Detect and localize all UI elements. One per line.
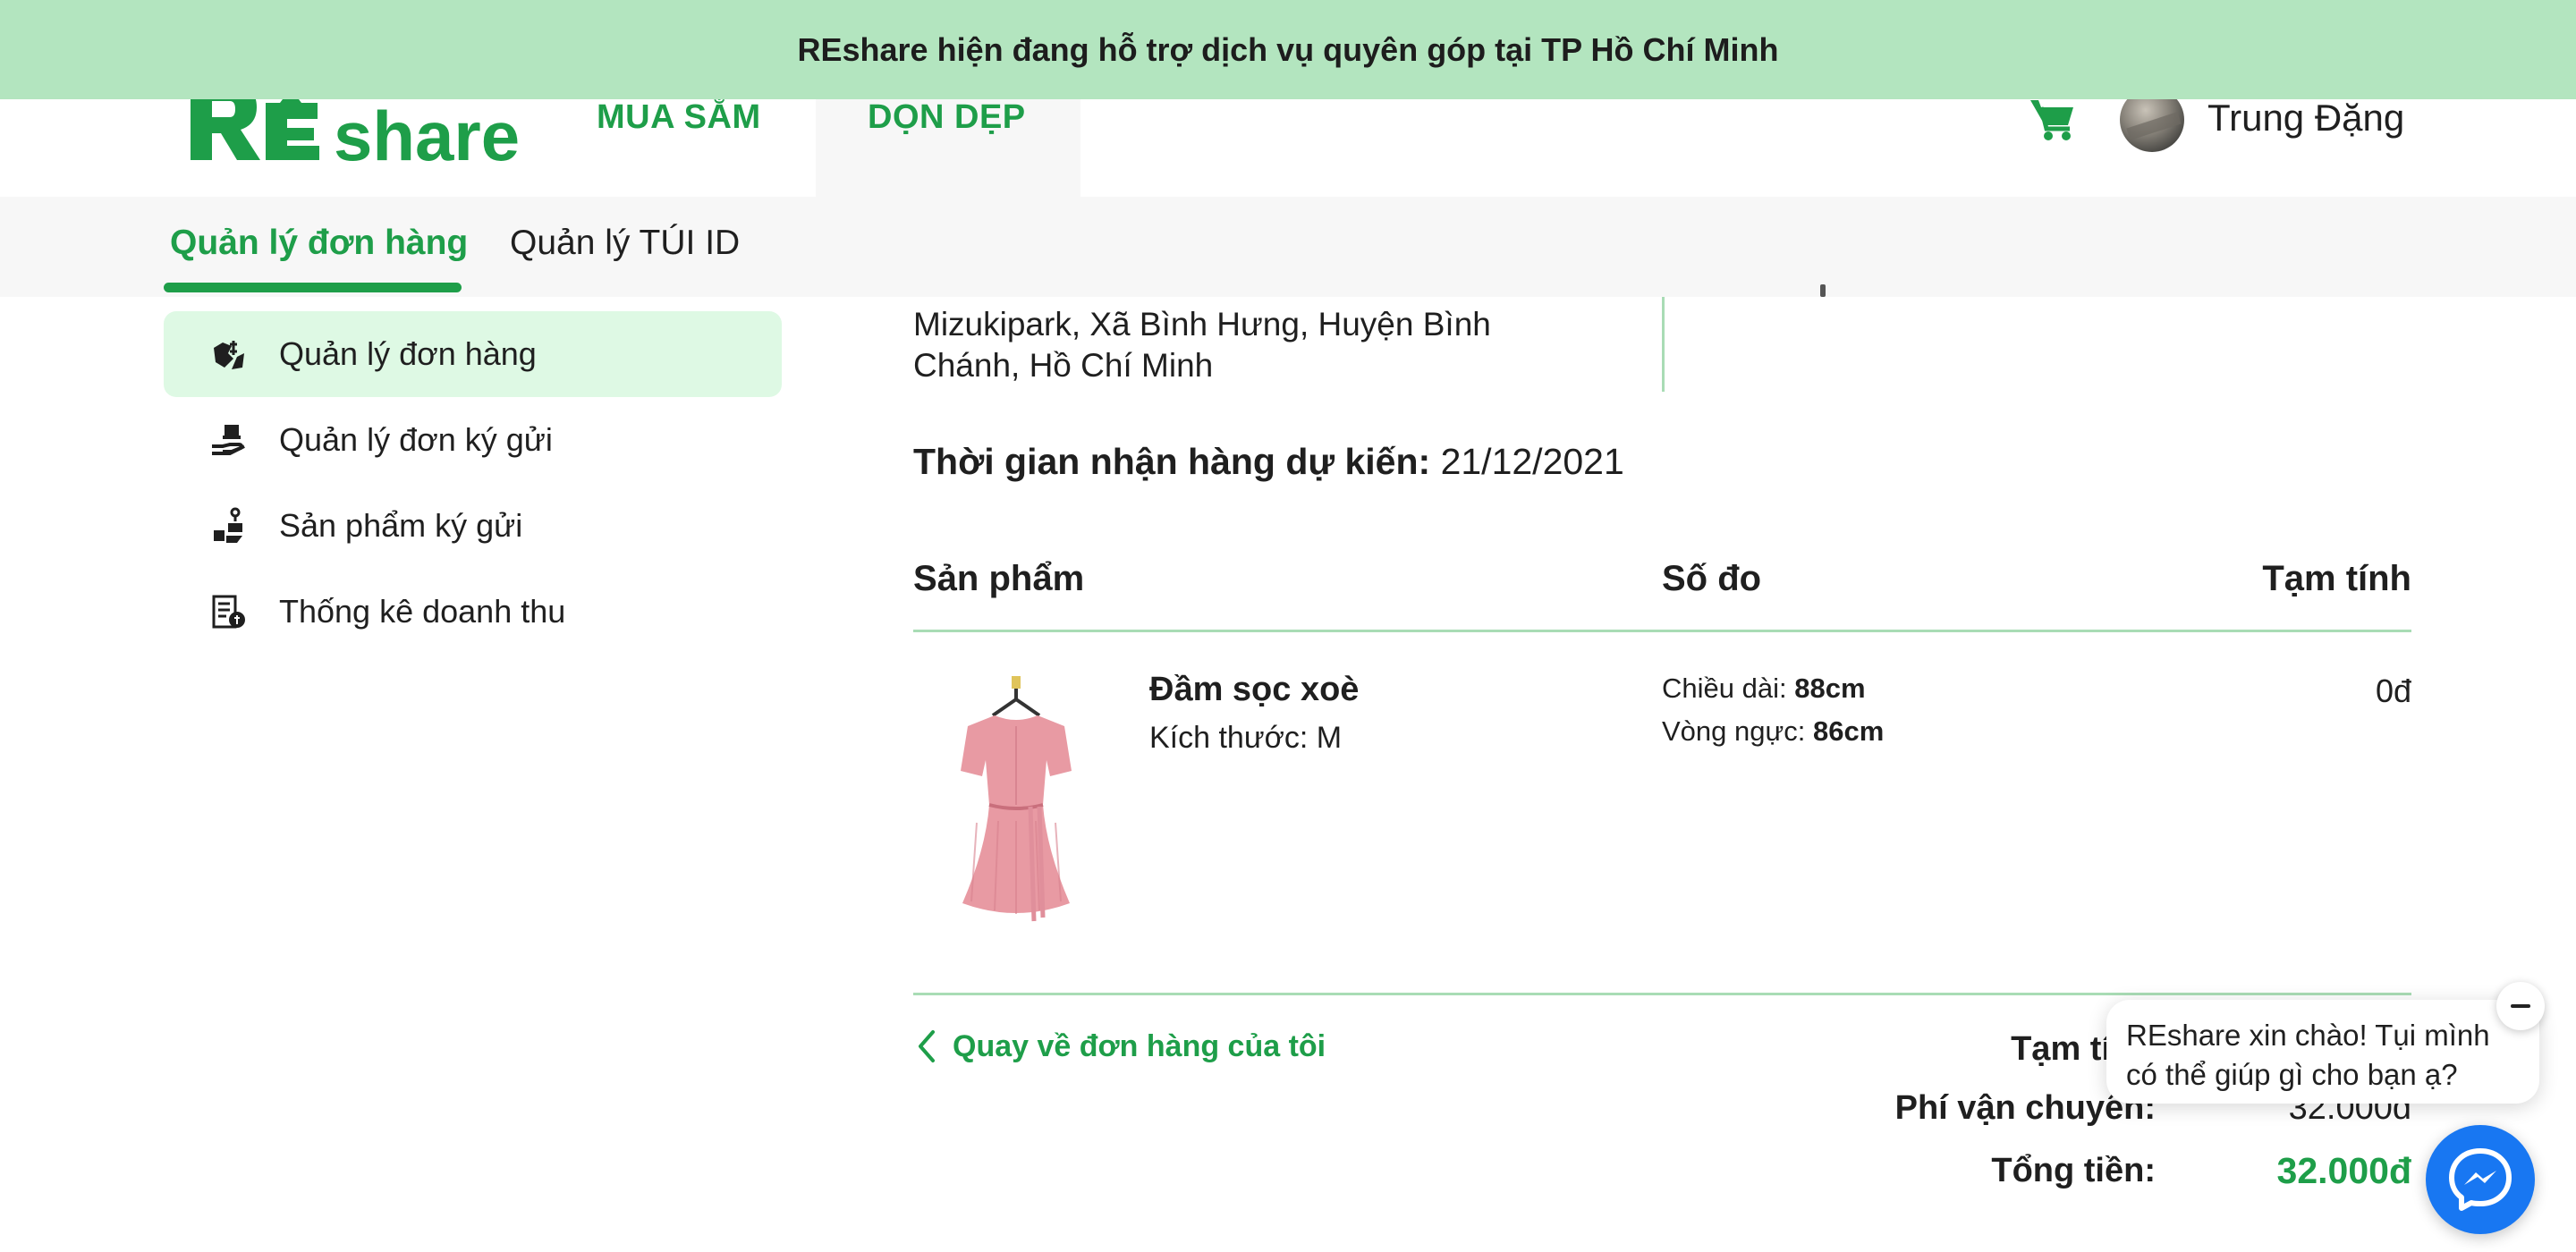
address-divider xyxy=(1662,297,1665,392)
svg-text:share: share xyxy=(334,97,520,165)
column-header-measure: Số đo xyxy=(1662,559,1762,598)
length-value: 88cm xyxy=(1794,673,1866,704)
banner-text: REshare hiện đang hỗ trợ dịch vụ quyên g… xyxy=(797,30,1779,68)
address-line: Mizukipark, Xã Bình Hưng, Huyện Bình xyxy=(913,306,1491,343)
sidebar-item-label: Quản lý đơn ký gửi xyxy=(279,421,553,458)
sidebar-item-consign-orders[interactable]: Quản lý đơn ký gửi xyxy=(164,397,782,483)
tab-order-management[interactable]: Quản lý đơn hàng xyxy=(170,224,468,263)
tab-bag-id-management[interactable]: Quản lý TÚI ID xyxy=(510,224,740,263)
sidebar-item-consign-products[interactable]: Sản phẩm ký gửi xyxy=(164,483,782,569)
subtotal-label: Tạm tí xyxy=(2011,1030,2111,1068)
shipping-address: Mizukipark, Xã Bình Hưng, Huyện Bình Chá… xyxy=(913,304,1629,386)
product-image[interactable] xyxy=(930,671,1100,935)
sidebar-item-orders[interactable]: Quản lý đơn hàng xyxy=(164,311,782,397)
nav-clean[interactable]: DỌN DẸP xyxy=(868,98,1026,137)
chat-message: REshare xin chào! Tụi mình có thể giúp g… xyxy=(2126,1019,2490,1091)
measure-chest: Vòng ngực: 86cm xyxy=(1662,715,1884,748)
address-line: Chánh, Hồ Chí Minh xyxy=(913,347,1214,384)
eta-label: Thời gian nhận hàng dự kiến: xyxy=(913,441,1431,482)
consign-hand-icon xyxy=(212,425,245,455)
sidebar-item-label: Sản phẩm ký gửi xyxy=(279,507,523,544)
eta-value: 21/12/2021 xyxy=(1440,441,1624,482)
back-link-label: Quay về đơn hàng của tôi xyxy=(953,1028,1326,1063)
announcement-banner: REshare hiện đang hỗ trợ dịch vụ quyên g… xyxy=(0,0,2576,99)
messenger-launcher-button[interactable] xyxy=(2426,1125,2535,1234)
table-footer-divider xyxy=(913,993,2411,995)
consign-product-icon xyxy=(214,507,242,543)
table-header-divider xyxy=(913,630,2411,632)
total-value: 32.000đ xyxy=(2276,1150,2411,1191)
estimated-delivery: Thời gian nhận hàng dự kiến: 21/12/2021 xyxy=(913,441,1624,483)
chest-label: Vòng ngực: xyxy=(1662,715,1806,747)
clipped-text-fragment xyxy=(1820,284,1826,297)
total-label: Tổng tiền: xyxy=(1991,1152,2156,1189)
order-hand-icon xyxy=(214,341,244,369)
product-size: Kích thước: M xyxy=(1149,721,1343,755)
chat-greeting-bubble[interactable]: REshare xin chào! Tụi mình có thể giúp g… xyxy=(2106,1000,2539,1104)
sidebar-item-label: Quản lý đơn hàng xyxy=(279,335,537,372)
column-header-product: Sản phẩm xyxy=(913,559,1085,598)
messenger-icon xyxy=(2449,1148,2512,1211)
sidebar-item-label: Thống kê doanh thu xyxy=(279,593,566,630)
column-header-subtotal: Tạm tính xyxy=(2262,559,2411,598)
length-label: Chiều dài: xyxy=(1662,673,1787,704)
product-name[interactable]: Đầm sọc xoè xyxy=(1149,671,1359,709)
chest-value: 86cm xyxy=(1812,715,1885,747)
sidebar-item-revenue[interactable]: Thống kê doanh thu xyxy=(164,569,782,655)
nav-shop[interactable]: MUA SẮM xyxy=(597,98,761,137)
measure-length: Chiều dài: 88cm xyxy=(1662,673,1866,705)
minus-icon[interactable] xyxy=(2496,982,2545,1030)
user-name[interactable]: Trung Đặng xyxy=(2207,97,2404,140)
revenue-stats-icon xyxy=(212,595,245,629)
cart-icon[interactable] xyxy=(2029,97,2077,141)
back-to-orders-link[interactable]: Quay về đơn hàng của tôi xyxy=(913,1028,1326,1064)
chevron-left-icon xyxy=(919,1030,935,1062)
active-tab-indicator xyxy=(164,283,462,292)
product-price: 0đ xyxy=(2375,673,2411,709)
